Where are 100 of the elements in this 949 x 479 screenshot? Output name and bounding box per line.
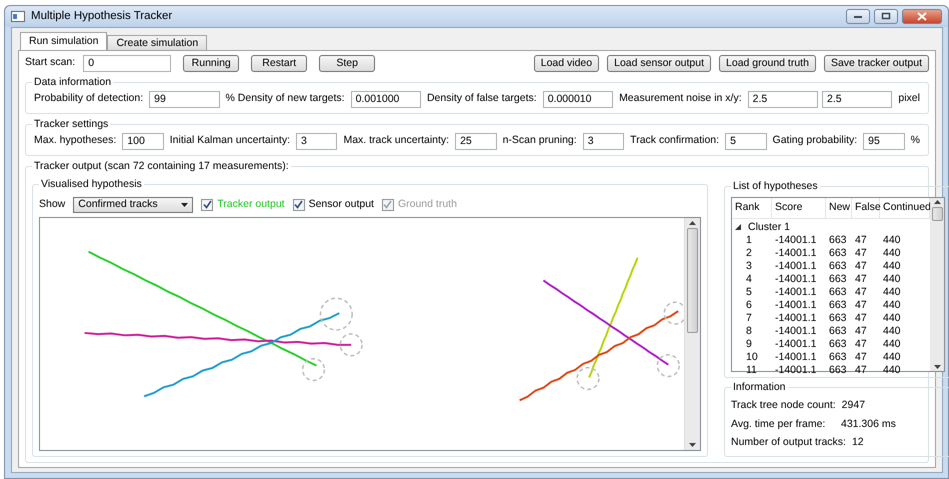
field-label: Max. hypotheses: xyxy=(34,133,116,148)
field-label: Show xyxy=(39,196,66,212)
column-header[interactable]: New xyxy=(826,198,852,218)
field-label: Measurement noise in x/y: xyxy=(619,91,742,106)
toolbar-button[interactable]: Restart xyxy=(251,54,308,72)
input-field[interactable]: 3 xyxy=(582,132,624,150)
table-cell-text: -14001.1 xyxy=(774,260,818,272)
table-cell-text: 2 xyxy=(745,246,753,260)
input-field[interactable]: 3 xyxy=(296,132,338,150)
table-cell-text: 663 xyxy=(828,324,848,338)
field-label: Gating probability: xyxy=(772,133,858,148)
table-cell-text: 47 xyxy=(854,272,868,286)
field-label: Track confirmation: xyxy=(630,133,720,148)
toolbar-button[interactable]: Load video xyxy=(534,54,600,72)
table-cell-text: 47 xyxy=(854,350,868,364)
table-cell-text: 5 xyxy=(745,286,753,298)
info-label: Track tree node count: xyxy=(731,398,836,413)
table-cell-text: 10 xyxy=(745,350,759,364)
column-header[interactable]: Score xyxy=(772,198,826,218)
info-value: 431.306 ms xyxy=(841,416,896,432)
maximize-button[interactable] xyxy=(874,8,898,24)
close-button[interactable] xyxy=(902,8,942,24)
input-field[interactable]: 2.5 xyxy=(822,90,892,108)
table-cell-text: 4 xyxy=(745,272,753,286)
input-field[interactable]: 95 xyxy=(863,132,905,150)
table-cell-text: 47 xyxy=(854,246,868,260)
scroll-up-icon[interactable] xyxy=(934,200,940,204)
input-field[interactable]: 2.5 xyxy=(748,90,818,108)
input-field[interactable]: 0.001000 xyxy=(350,90,421,108)
group-title: List of hypotheses xyxy=(731,180,820,192)
table-cell-text: -14001.1 xyxy=(774,338,818,350)
table-cell-text: 440 xyxy=(882,298,902,312)
table-cell-text: 6 xyxy=(745,298,753,312)
checkbox-label: Tracker output xyxy=(217,196,285,212)
scrollbar[interactable] xyxy=(684,218,700,450)
table-cell-text: 9 xyxy=(745,338,753,350)
column-header[interactable]: False xyxy=(852,198,880,218)
table-cell-text: 663 xyxy=(828,298,848,312)
toolbar-button[interactable]: Save tracker output xyxy=(824,54,929,72)
checkbox[interactable] xyxy=(292,198,305,211)
input-field[interactable]: 0.000010 xyxy=(542,90,614,108)
checkbox-label: Sensor output xyxy=(308,196,374,212)
scroll-up-icon[interactable] xyxy=(689,220,696,225)
table-cell-text: 47 xyxy=(854,338,868,350)
scroll-down-icon[interactable] xyxy=(934,364,940,369)
table-cell-text: -14001.1 xyxy=(774,312,818,324)
column-header[interactable]: Rank xyxy=(732,198,772,218)
table-cell-text: 663 xyxy=(828,350,848,364)
table-cell-text: 440 xyxy=(882,350,902,364)
toolbar-button[interactable]: Load ground truth xyxy=(719,54,816,72)
toolbar-button[interactable]: Step xyxy=(319,54,376,72)
tab[interactable]: Create simulation xyxy=(107,34,208,50)
caret-icon xyxy=(181,202,188,207)
table-cell-text: 8 xyxy=(745,324,753,338)
tab[interactable]: Run simulation xyxy=(20,32,108,50)
input-field[interactable]: 99 xyxy=(149,90,220,108)
checkbox[interactable] xyxy=(201,198,214,211)
scroll-down-icon[interactable] xyxy=(689,443,696,447)
group-title: Visualised hypothesis xyxy=(39,178,144,190)
checkbox-label: Ground truth xyxy=(398,196,457,212)
toolbar-button[interactable]: Load sensor output xyxy=(607,54,712,72)
tree-node-label[interactable]: Cluster 1 xyxy=(745,220,794,234)
scrollbar[interactable] xyxy=(930,198,944,371)
field-label: Initial Kalman uncertainty: xyxy=(170,133,290,148)
table-cell-text: 47 xyxy=(854,286,868,298)
gate-circle xyxy=(340,332,363,356)
scrollbar-thumb[interactable] xyxy=(687,228,698,333)
table-cell-text: 663 xyxy=(828,260,848,272)
table-cell-text: 440 xyxy=(882,234,902,246)
input-field[interactable]: 100 xyxy=(122,132,164,150)
display-dropdown[interactable]: Confirmed tracks xyxy=(73,196,194,213)
table-cell-text: 663 xyxy=(828,246,848,260)
field-label: Max. track uncertainty: xyxy=(343,133,450,148)
field-label: Density of false targets: xyxy=(426,91,537,106)
minimize-button[interactable] xyxy=(846,8,870,24)
input-field[interactable]: 5 xyxy=(725,132,767,150)
table-cell-text: 47 xyxy=(854,298,868,312)
table-cell-text: 440 xyxy=(882,312,902,324)
toolbar-button[interactable]: Running xyxy=(183,54,240,72)
group-title: Data information xyxy=(32,76,114,88)
table-cell-text: 440 xyxy=(882,272,902,286)
close-icon xyxy=(917,12,927,21)
group-title: Tracker settings xyxy=(32,118,110,130)
start-scan-field[interactable]: 0 xyxy=(83,54,172,72)
table-cell-text: -14001.1 xyxy=(774,246,818,260)
table-cell-text: 440 xyxy=(882,260,902,272)
table-cell-text: 11 xyxy=(745,364,758,376)
field-label: % Density of new targets: xyxy=(226,91,345,106)
table-cell-text: 663 xyxy=(828,286,848,298)
expand-arrow-icon[interactable] xyxy=(735,224,741,230)
scrollbar-thumb[interactable] xyxy=(932,206,942,221)
window-icon xyxy=(11,10,25,22)
table-cell-text: 440 xyxy=(882,324,902,338)
table-cell-text: -14001.1 xyxy=(774,234,818,246)
gate-circle xyxy=(656,354,680,378)
input-field[interactable]: 25 xyxy=(455,132,497,150)
field-label: n-Scan pruning: xyxy=(502,133,577,148)
table-cell-text: 440 xyxy=(882,364,902,376)
table-cell-text: 440 xyxy=(882,286,902,298)
table-cell-text: 7 xyxy=(745,312,753,324)
